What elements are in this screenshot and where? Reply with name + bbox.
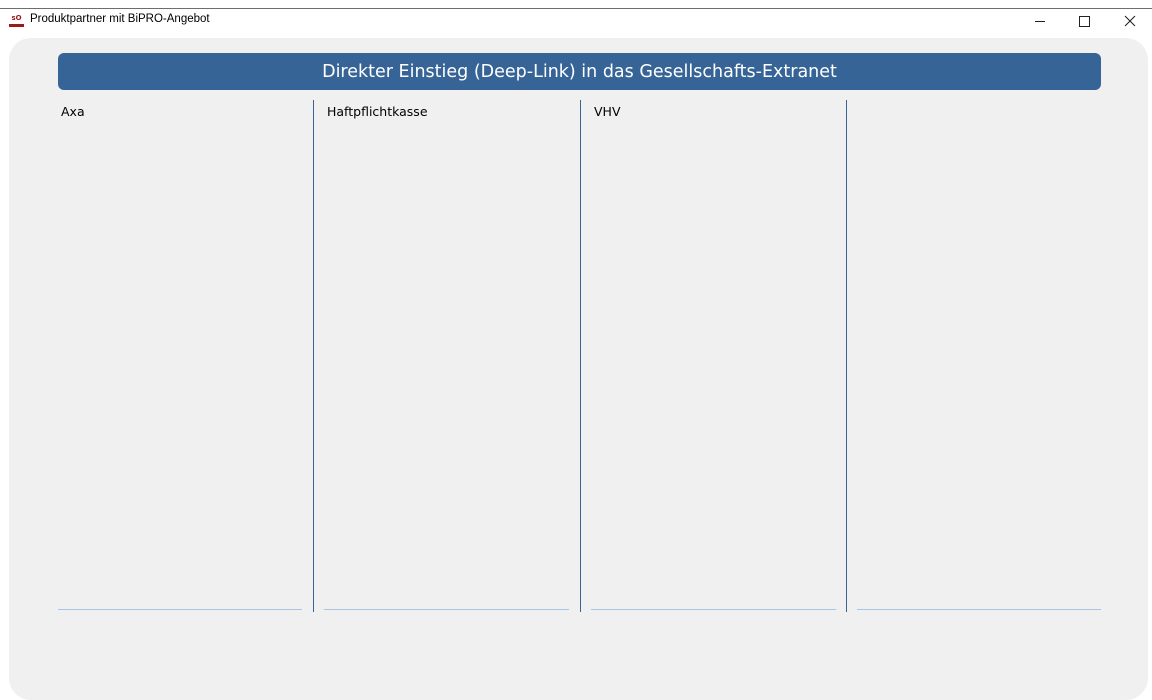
window-title: Produktpartner mit BiPRO-Angebot: [30, 13, 210, 25]
main-content: Direkter Einstieg (Deep-Link) in das Ges…: [9, 38, 1148, 700]
partner-column-axa[interactable]: Axa: [58, 100, 302, 610]
close-icon: [1124, 15, 1136, 27]
column-header: VHV: [594, 104, 621, 119]
minimize-icon: [1035, 20, 1045, 22]
column-bottom-border: [591, 609, 836, 610]
app-icon-bar: [9, 24, 24, 27]
app-icon-text: sO: [11, 14, 22, 22]
column-divider: [313, 100, 314, 612]
minimize-button[interactable]: [1020, 9, 1060, 33]
column-divider: [846, 100, 847, 612]
titlebar-top-border: [0, 8, 1152, 9]
deep-link-banner: Direkter Einstieg (Deep-Link) in das Ges…: [58, 53, 1101, 90]
partner-column-vhv[interactable]: VHV: [591, 100, 836, 610]
app-icon: sO: [9, 14, 24, 27]
close-button[interactable]: [1110, 9, 1150, 33]
column-header: Haftpflichtkasse: [327, 104, 428, 119]
window-titlebar: sO Produktpartner mit BiPRO-Angebot: [0, 0, 1152, 40]
banner-label: Direkter Einstieg (Deep-Link) in das Ges…: [322, 61, 837, 82]
column-bottom-border: [58, 609, 302, 610]
partner-column-haftpflichtkasse[interactable]: Haftpflichtkasse: [324, 100, 569, 610]
column-bottom-border: [324, 609, 569, 610]
maximize-icon: [1078, 15, 1090, 27]
column-bottom-border: [857, 609, 1101, 610]
maximize-button[interactable]: [1064, 9, 1104, 33]
column-divider: [580, 100, 581, 612]
partner-column-empty[interactable]: [857, 100, 1101, 610]
column-header: Axa: [61, 104, 85, 119]
